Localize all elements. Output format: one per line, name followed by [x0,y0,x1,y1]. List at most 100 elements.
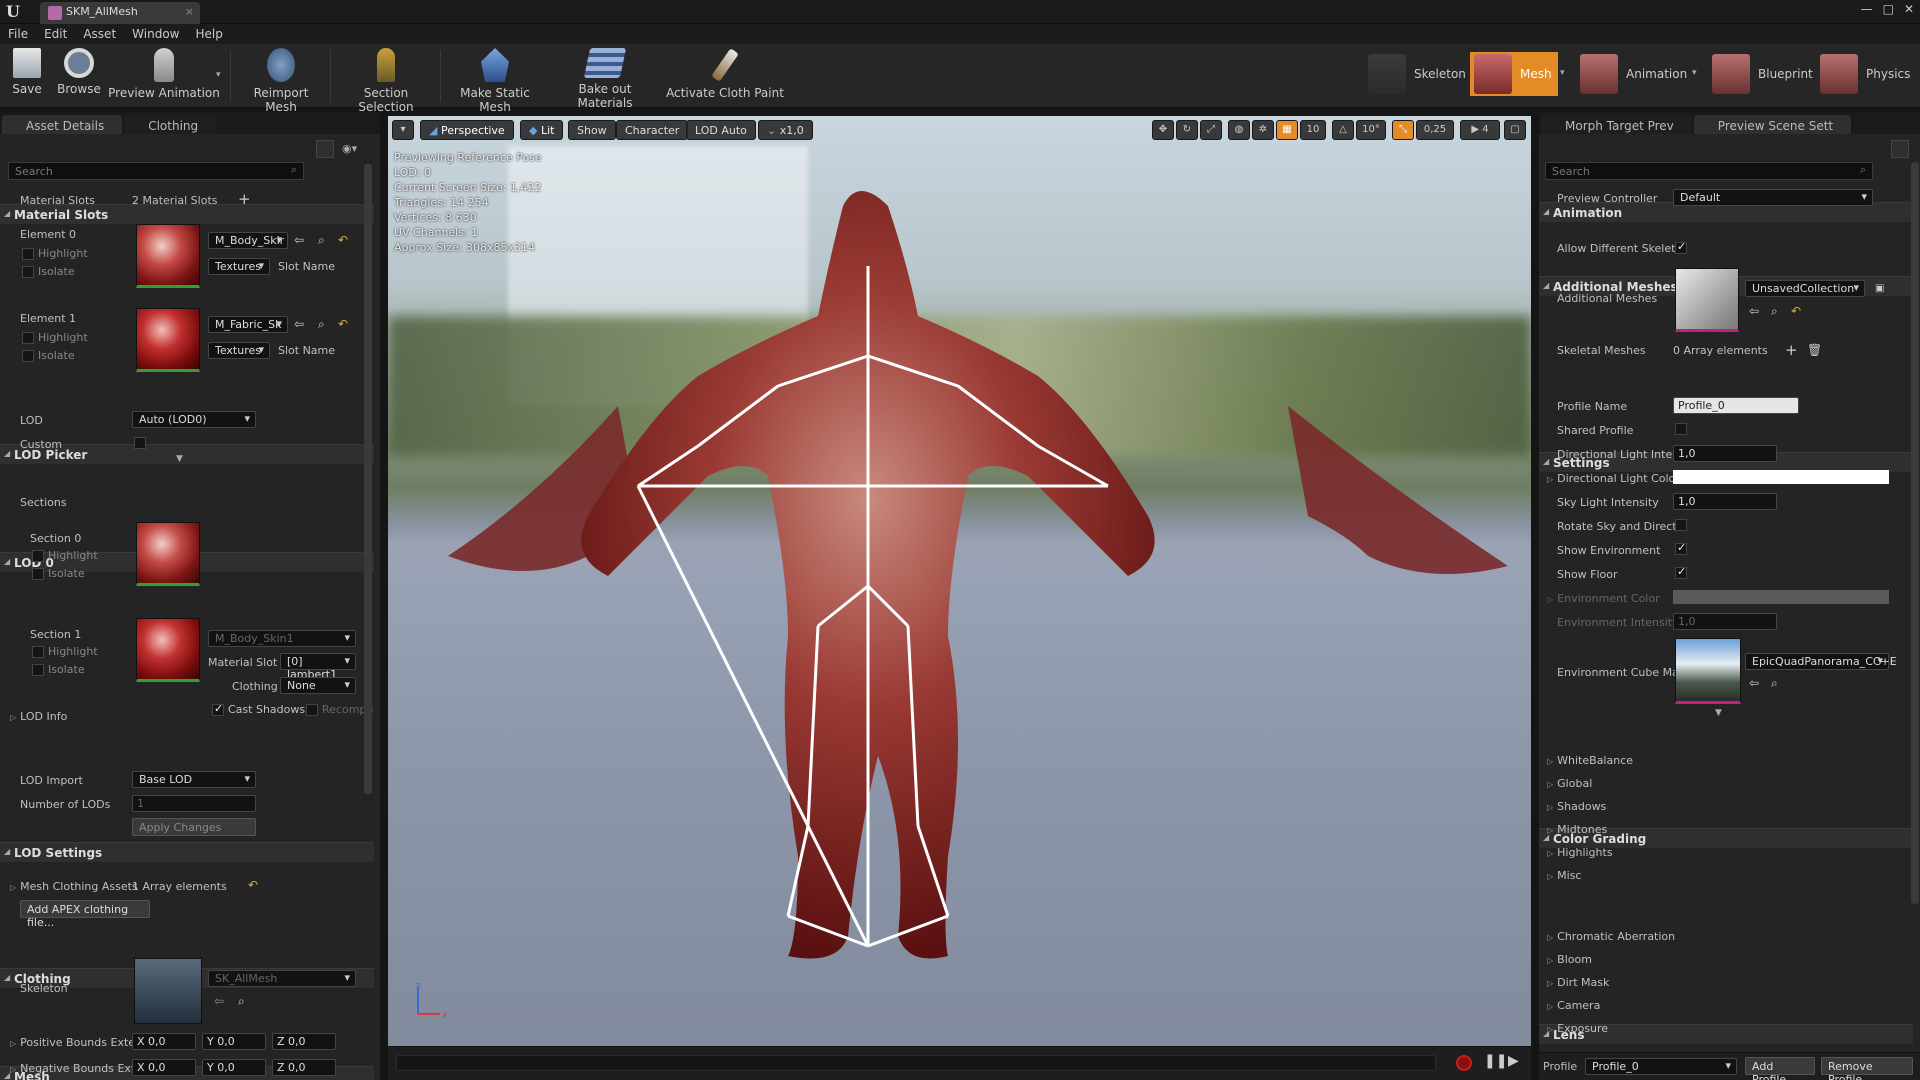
lod-info-row[interactable]: ▷ LOD Info [10,710,67,723]
tab-preview-scene-settings[interactable]: Preview Scene Sett [1693,115,1852,134]
element-1-isolate-checkbox[interactable] [22,350,34,362]
show-floor-checkbox[interactable] [1675,565,1687,579]
element-1-reset-icon[interactable]: ↶ [338,317,348,331]
mode-mesh-dropdown-icon[interactable]: ▾ [1560,68,1565,78]
eye-icon[interactable]: ◉▾ [342,142,357,155]
element-0-textures-combo[interactable]: Textures [208,258,270,275]
section-0-highlight-checkbox[interactable] [32,550,44,562]
details-search-input[interactable]: Search ⌕ [8,162,304,180]
mode-blueprint[interactable]: Blueprint [1708,52,1819,96]
preview-animation-button[interactable]: Preview Animation [108,48,220,106]
viewport-3d[interactable]: ▾ ◢ Perspective ◆ Lit Show Character LOD… [388,116,1531,1046]
make-static-mesh-button[interactable]: Make Static Mesh [446,48,544,114]
delete-skeletal-mesh-icon[interactable]: 🗑 [1807,343,1822,357]
color-grading-midtones[interactable]: Midtones [1547,823,1607,836]
lens-dirt-mask[interactable]: Dirt Mask [1547,976,1609,989]
element-0-highlight-checkbox[interactable] [22,248,34,260]
lens-camera[interactable]: Camera [1547,999,1600,1012]
custom-lod-checkbox[interactable] [134,437,146,449]
skeleton-use-selected-icon[interactable]: ⇦ [214,994,224,1008]
positive-bounds-x-input[interactable]: X 0,0 [132,1033,196,1050]
element-1-highlight-checkbox[interactable] [22,332,34,344]
add-profile-button[interactable]: Add Profile [1745,1057,1815,1080]
expand-arrow-icon[interactable]: ▼ [176,454,183,464]
element-0-use-selected-icon[interactable]: ⇦ [294,233,304,247]
close-window-button[interactable]: ✕ [1904,2,1914,22]
lens-bloom[interactable]: Bloom [1547,953,1592,966]
section-0-isolate-checkbox[interactable] [32,568,44,580]
section-0-cast-shadows-checkbox[interactable] [212,702,224,716]
mode-mesh[interactable]: Mesh [1470,52,1558,96]
additional-meshes-reset-icon[interactable]: ↶ [1791,304,1801,318]
sky-light-intensity-input[interactable]: 1,0 [1673,493,1777,510]
additional-meshes-combo[interactable]: UnsavedCollection [1745,280,1865,297]
surface-snapping-icon[interactable]: ✲ [1252,120,1274,140]
shared-profile-checkbox[interactable] [1675,423,1687,435]
view-options-icon[interactable] [316,140,334,158]
tab-asset-details[interactable]: Asset Details [2,115,123,134]
menu-file[interactable]: File [8,27,28,44]
lit-button[interactable]: ◆ Lit [520,120,564,140]
element-0-material-thumbnail[interactable] [136,224,200,288]
additional-meshes-thumbnail[interactable] [1675,268,1739,332]
additional-meshes-use-selected-icon[interactable]: ⇦ [1749,304,1759,318]
reimport-mesh-button[interactable]: Reimport Mesh [238,48,324,114]
mode-skeleton[interactable]: Skeleton [1364,52,1472,96]
footer-profile-combo[interactable]: Profile_0 [1585,1058,1737,1075]
lens-exposure[interactable]: Exposure [1547,1022,1608,1035]
settings-expand-arrow-icon[interactable]: ▼ [1715,708,1722,718]
element-1-material-thumbnail[interactable] [136,308,200,372]
timeline-track[interactable] [396,1055,1436,1071]
positive-bounds-z-input[interactable]: Z 0,0 [272,1033,336,1050]
rotation-snap-value[interactable]: 10° [1356,120,1386,140]
scale-snap-icon[interactable]: ⤡ [1392,120,1414,140]
section-0-clothing-combo[interactable]: None [280,677,356,694]
play-icon[interactable]: ▶ [1508,1053,1519,1069]
element-0-browse-icon[interactable]: ⌕ [318,233,325,248]
cube-map-use-selected-icon[interactable]: ⇦ [1749,676,1759,690]
grid-snap-value[interactable]: 10 [1300,120,1326,140]
left-scrollbar[interactable] [364,164,372,794]
camera-speed-button[interactable]: ▶ 4 [1460,120,1500,140]
lod-picker-combo[interactable]: Auto (LOD0) [132,411,256,428]
element-0-reset-icon[interactable]: ↶ [338,233,348,247]
section-0-material-thumbnail[interactable] [136,522,200,586]
element-0-material-combo[interactable]: M_Body_Skir [208,232,288,249]
skeleton-browse-icon[interactable]: ⌕ [238,994,245,1009]
maximize-button[interactable]: □ [1883,2,1894,22]
element-1-browse-icon[interactable]: ⌕ [318,317,325,332]
rotation-snap-icon[interactable]: △ [1332,120,1354,140]
playback-speed-button[interactable]: ⌄ x1,0 [758,120,813,140]
environment-cube-map-thumbnail[interactable] [1675,638,1741,704]
lod-settings-header[interactable]: LOD Settings [0,842,374,862]
profile-name-input[interactable]: Profile_0 [1673,397,1799,414]
remove-profile-button[interactable]: Remove Profile [1821,1057,1913,1080]
rotate-tool-icon[interactable]: ↻ [1176,120,1198,140]
scale-snap-value[interactable]: 0,25 [1416,120,1454,140]
minimize-button[interactable]: — [1861,2,1873,22]
allow-different-skeletons-checkbox[interactable] [1675,240,1687,254]
tab-clothing[interactable]: Clothing [124,115,217,134]
activate-cloth-paint-button[interactable]: Activate Cloth Paint [666,48,784,106]
lens-chromatic-aberration[interactable]: Chromatic Aberration [1547,930,1675,943]
color-grading-whitebalance[interactable]: WhiteBalance [1547,754,1633,767]
directional-light-color-swatch[interactable] [1673,470,1889,484]
positive-bounds-y-input[interactable]: Y 0,0 [202,1033,266,1050]
viewport-options-icon[interactable]: ▾ [392,120,414,140]
save-collection-icon[interactable]: ▣ [1875,283,1884,294]
mesh-clothing-assets-row[interactable]: ▷ Mesh Clothing Assets [10,880,138,893]
grid-snap-icon[interactable]: ▦ [1276,120,1298,140]
add-skeletal-mesh-icon[interactable]: + [1785,341,1798,359]
save-button[interactable]: Save [6,48,48,106]
section-0-recompute-checkbox[interactable] [306,704,318,716]
menu-edit[interactable]: Edit [44,27,67,44]
scene-search-input[interactable]: Search ⌕ [1545,162,1873,180]
section-1-material-thumbnail[interactable] [136,618,200,682]
record-icon[interactable] [1456,1055,1472,1071]
show-button[interactable]: Show [568,120,616,140]
close-tab-icon[interactable]: × [185,5,194,18]
section-1-highlight-checkbox[interactable] [32,646,44,658]
browse-button[interactable]: Browse [56,48,102,106]
cube-map-browse-icon[interactable]: ⌕ [1771,676,1778,691]
scale-tool-icon[interactable]: ⤢ [1200,120,1222,140]
